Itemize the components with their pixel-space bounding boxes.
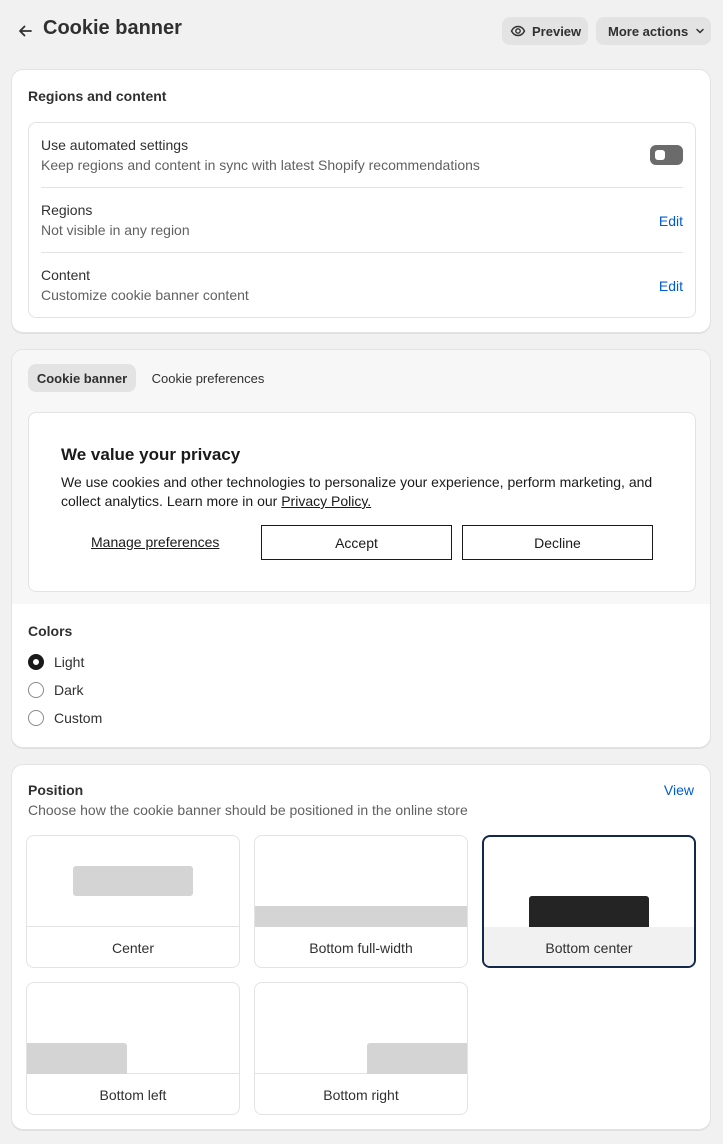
accept-button[interactable]: Accept [261, 525, 452, 560]
automated-settings-label: Use automated settings [41, 137, 189, 153]
position-option-bottom-full-width[interactable]: Bottom full-width [254, 835, 468, 968]
position-label: Bottom right [323, 1087, 399, 1103]
tab-cookie-banner[interactable]: Cookie banner [28, 364, 136, 392]
position-option-bottom-left[interactable]: Bottom left [26, 982, 240, 1115]
view-link[interactable]: View [664, 782, 694, 798]
position-preview [27, 983, 239, 1074]
position-subtitle: Choose how the cookie banner should be p… [28, 802, 468, 818]
preview-button[interactable]: Preview [502, 17, 588, 45]
colors-title: Colors [28, 623, 73, 639]
position-preview [255, 836, 467, 927]
regions-edit-link[interactable]: Edit [659, 213, 683, 229]
banner-shape [367, 1043, 467, 1074]
content-row: Content Customize cookie banner content … [41, 253, 683, 317]
more-actions-button[interactable]: More actions [596, 17, 711, 45]
automated-settings-row: Use automated settings Keep regions and … [41, 123, 683, 187]
more-actions-label: More actions [608, 23, 689, 39]
preview-title: We value your privacy [61, 445, 241, 464]
eye-icon [510, 23, 526, 39]
position-card: Position View Choose how the cookie bann… [11, 764, 711, 1130]
position-label: Center [111, 940, 155, 956]
automated-settings-toggle[interactable] [650, 145, 683, 165]
radio-dark[interactable] [28, 682, 44, 698]
automated-settings-description: Keep regions and content in sync with la… [41, 157, 480, 173]
banner-shape [255, 906, 467, 927]
radio-custom[interactable] [28, 710, 44, 726]
banner-shape [27, 1043, 127, 1074]
preview-text: We use cookies and other technologies to… [61, 473, 661, 511]
page-title: Cookie banner [43, 17, 182, 39]
radio-label-dark: Dark [54, 682, 84, 698]
position-title: Position [28, 782, 84, 798]
regions-card-title: Regions and content [28, 88, 167, 104]
privacy-policy-link[interactable]: Privacy Policy. [281, 493, 371, 509]
radio-light[interactable] [28, 654, 44, 670]
content-label: Content [41, 267, 91, 283]
toggle-knob [655, 150, 665, 160]
radio-label-light: Light [54, 654, 85, 670]
banner-shape [529, 896, 649, 927]
content-description: Customize cookie banner content [41, 287, 249, 303]
color-option-light[interactable]: Light [28, 652, 84, 672]
preview-label: Preview [532, 23, 582, 39]
content-edit-link[interactable]: Edit [659, 278, 683, 294]
position-preview [27, 836, 239, 927]
preview-area: Cookie banner Cookie preferences We valu… [12, 350, 710, 604]
position-option-bottom-right[interactable]: Bottom right [254, 982, 468, 1115]
banner-style-card: Cookie banner Cookie preferences We valu… [11, 349, 711, 748]
position-option-center[interactable]: Center [26, 835, 240, 968]
regions-description: Not visible in any region [41, 222, 190, 238]
regions-row: Regions Not visible in any region Edit [41, 188, 683, 252]
regions-content-card: Regions and content Use automated settin… [11, 69, 711, 333]
position-label: Bottom center [484, 927, 694, 966]
color-option-custom[interactable]: Custom [28, 708, 102, 728]
banner-shape [73, 866, 193, 896]
position-preview [484, 837, 694, 928]
position-preview [255, 983, 467, 1074]
banner-preview: We value your privacy We use cookies and… [28, 412, 696, 592]
position-label: Bottom left [99, 1087, 167, 1103]
radio-label-custom: Custom [54, 710, 103, 726]
position-option-bottom-center[interactable]: Bottom center [482, 835, 696, 968]
manage-preferences-link[interactable]: Manage preferences [91, 534, 219, 550]
back-arrow-icon[interactable] [13, 19, 37, 43]
regions-label: Regions [41, 202, 93, 218]
position-label: Bottom full-width [309, 940, 413, 956]
color-option-dark[interactable]: Dark [28, 680, 84, 700]
chevron-down-icon [694, 25, 706, 37]
tab-cookie-preferences[interactable]: Cookie preferences [140, 364, 276, 392]
page-header: Cookie banner Preview More actions [0, 0, 723, 62]
regions-settings-box: Use automated settings Keep regions and … [28, 122, 696, 318]
decline-button[interactable]: Decline [462, 525, 653, 560]
